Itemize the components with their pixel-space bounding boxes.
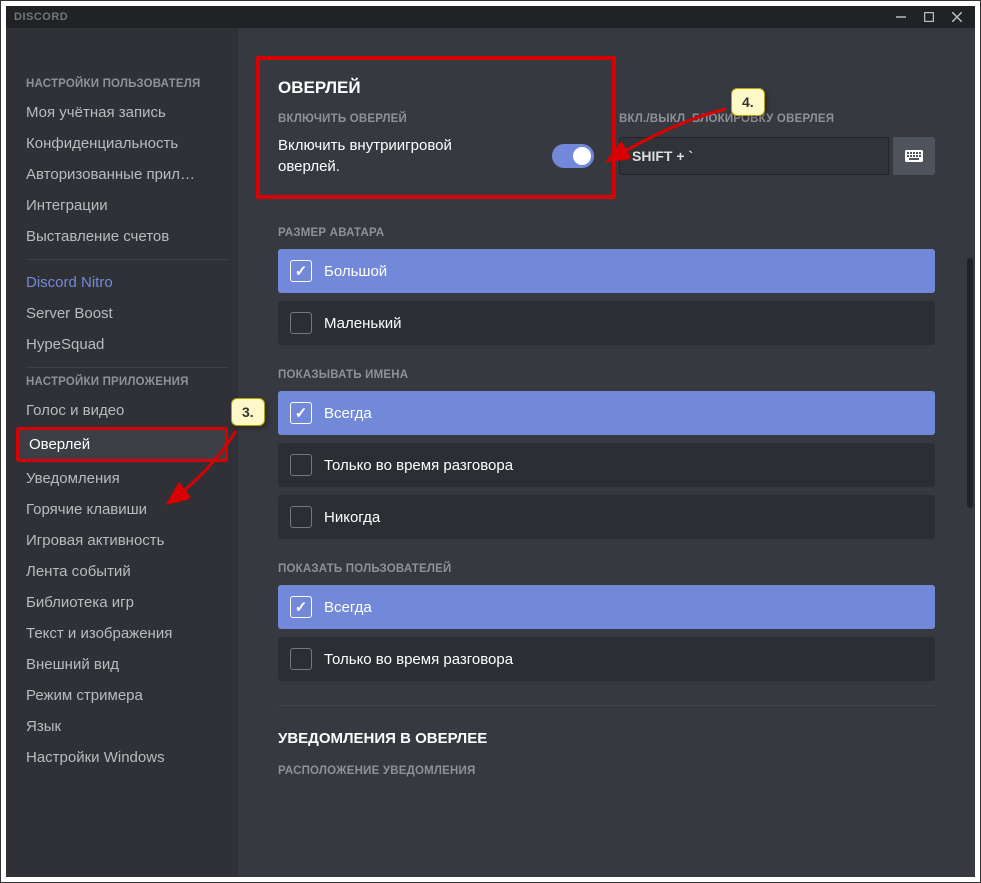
close-button[interactable] bbox=[943, 6, 971, 28]
checkbox-icon bbox=[290, 260, 312, 282]
avatar-size-option[interactable]: Маленький bbox=[278, 301, 935, 345]
sidebar-item[interactable]: Игровая активность bbox=[16, 526, 228, 555]
sidebar-item[interactable]: Текст и изображения bbox=[16, 619, 228, 648]
sidebar-item[interactable]: Discord Nitro bbox=[16, 268, 228, 297]
sidebar-item[interactable]: Моя учётная запись bbox=[16, 98, 228, 127]
option-label: Всегда bbox=[324, 405, 372, 422]
show-names-option[interactable]: Никогда bbox=[278, 495, 935, 539]
sidebar-item[interactable]: Язык bbox=[16, 712, 228, 741]
sidebar-separator bbox=[26, 367, 228, 368]
show-names-label: Показывать имена bbox=[278, 369, 935, 381]
notification-location-label: Расположение уведомления bbox=[278, 765, 935, 777]
checkbox-icon bbox=[290, 648, 312, 670]
sidebar-item[interactable]: HypeSquad bbox=[16, 330, 228, 359]
arrow-3 bbox=[156, 421, 246, 516]
checkbox-icon bbox=[290, 402, 312, 424]
maximize-button[interactable] bbox=[915, 6, 943, 28]
arrow-4 bbox=[596, 101, 736, 171]
option-label: Всегда bbox=[324, 599, 372, 616]
callout-4: 4. bbox=[731, 88, 765, 116]
keyboard-icon-button[interactable] bbox=[893, 137, 935, 175]
sidebar-group-header: Настройки приложения bbox=[26, 376, 228, 388]
callout-3: 3. bbox=[231, 398, 265, 426]
option-label: Никогда bbox=[324, 509, 380, 526]
window-title: DISCORD bbox=[14, 11, 68, 23]
avatar-size-group: Размер аватара Большой Маленький bbox=[278, 227, 935, 345]
sidebar-item[interactable]: Авторизованные прил… bbox=[16, 160, 228, 189]
sidebar-item[interactable]: Выставление счетов bbox=[16, 222, 228, 251]
sidebar-item[interactable]: Интеграции bbox=[16, 191, 228, 220]
window-controls bbox=[887, 6, 971, 28]
sidebar-item[interactable]: Режим стримера bbox=[16, 681, 228, 710]
enable-overlay-desc: Включить внутриигровой оверлей. bbox=[278, 135, 478, 177]
show-names-group: Показывать имена Всегда Только во время р… bbox=[278, 369, 935, 539]
checkbox-icon bbox=[290, 506, 312, 528]
sidebar-item[interactable]: Лента событий bbox=[16, 557, 228, 586]
page-title: Оверлей bbox=[278, 78, 594, 98]
sidebar-group-header: Настройки пользователя bbox=[26, 78, 228, 90]
checkbox-icon bbox=[290, 596, 312, 618]
scrollbar[interactable] bbox=[967, 258, 973, 508]
option-label: Только во время разговора bbox=[324, 457, 513, 474]
keyboard-icon bbox=[905, 150, 923, 162]
show-users-option[interactable]: Только во время разговора bbox=[278, 637, 935, 681]
sidebar-item[interactable]: Server Boost bbox=[16, 299, 228, 328]
option-label: Только во время разговора bbox=[324, 651, 513, 668]
show-users-label: Показать пользователей bbox=[278, 563, 935, 575]
divider bbox=[278, 705, 935, 706]
minimize-button[interactable] bbox=[887, 6, 915, 28]
show-names-option[interactable]: Всегда bbox=[278, 391, 935, 435]
show-users-option[interactable]: Всегда bbox=[278, 585, 935, 629]
show-users-group: Показать пользователей Всегда Только во в… bbox=[278, 563, 935, 681]
avatar-size-label: Размер аватара bbox=[278, 227, 935, 239]
sidebar-item[interactable]: Настройки Windows bbox=[16, 743, 228, 772]
overlay-notifications-title: Уведомления в оверлее bbox=[278, 730, 935, 747]
option-label: Большой bbox=[324, 263, 387, 280]
sidebar-item[interactable]: Конфиденциальность bbox=[16, 129, 228, 158]
checkbox-icon bbox=[290, 454, 312, 476]
show-names-option[interactable]: Только во время разговора bbox=[278, 443, 935, 487]
checkbox-icon bbox=[290, 312, 312, 334]
sidebar-item[interactable]: Библиотека игр bbox=[16, 588, 228, 617]
sidebar-separator bbox=[26, 259, 228, 260]
enable-overlay-toggle[interactable] bbox=[552, 144, 594, 168]
avatar-size-option[interactable]: Большой bbox=[278, 249, 935, 293]
sidebar-item[interactable]: Внешний вид bbox=[16, 650, 228, 679]
enable-overlay-label: Включить оверлей bbox=[278, 113, 594, 125]
title-bar: DISCORD bbox=[6, 6, 975, 28]
overlay-highlight-box: Оверлей Включить оверлей Включить внутри… bbox=[256, 56, 616, 199]
option-label: Маленький bbox=[324, 315, 402, 332]
